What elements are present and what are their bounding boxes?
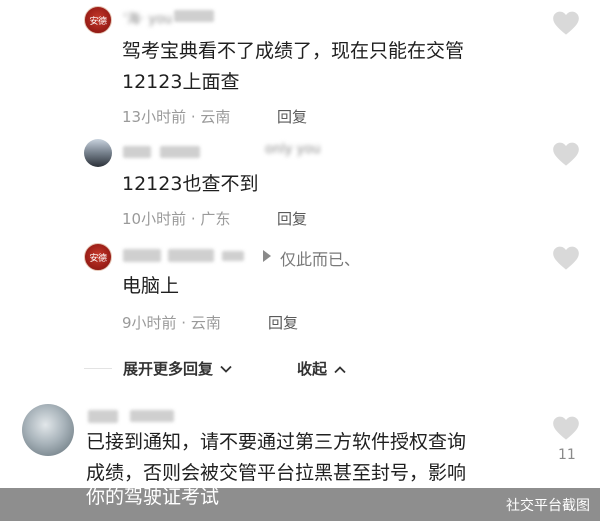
comment-text-line: 你的驾驶证考试 — [86, 486, 220, 508]
reply-button[interactable]: 回复 — [277, 106, 307, 127]
username-blurred[interactable]: ‘海· you — [123, 8, 172, 27]
avatar[interactable] — [22, 404, 74, 456]
reply-to-arrow-icon — [263, 250, 271, 262]
comment-text-line: 已接到通知，请不要通过第三方软件授权查询 — [86, 431, 467, 453]
chevron-down-icon — [220, 365, 232, 373]
username-redaction — [123, 249, 161, 262]
heart-icon[interactable] — [552, 10, 580, 36]
username-redaction — [130, 410, 174, 422]
avatar[interactable] — [84, 139, 112, 167]
thread-divider — [84, 368, 112, 369]
collapse-label: 收起 — [297, 360, 328, 378]
heart-icon[interactable] — [552, 415, 580, 441]
reply-text-line: 电脑上 — [122, 275, 180, 297]
reply-button[interactable]: 回复 — [277, 208, 307, 229]
avatar[interactable]: 安德 — [84, 6, 112, 34]
reply-button[interactable]: 回复 — [268, 312, 298, 333]
username-redaction — [88, 410, 118, 423]
username-redaction — [222, 251, 244, 261]
chevron-up-icon — [334, 366, 346, 374]
watermark-label: 社交平台截图 — [506, 498, 590, 514]
heart-icon[interactable] — [552, 141, 580, 167]
reply-text-line: 驾考宝典看不了成绩了，现在只能在交管 — [122, 40, 465, 62]
username-redaction — [168, 249, 214, 262]
heart-icon[interactable] — [552, 245, 580, 271]
username-blurred[interactable]: only you — [265, 142, 321, 157]
reply-meta: 10小时前 · 广东 — [122, 210, 231, 228]
reply-text-line: 12123也查不到 — [122, 173, 259, 195]
avatar[interactable]: 安德 — [84, 243, 112, 271]
avatar-badge-text: 安德 — [89, 17, 107, 27]
like-count: 11 — [558, 447, 576, 463]
expand-more-replies-button[interactable]: 展开更多回复 — [123, 358, 232, 379]
username-redaction — [160, 146, 200, 158]
username-redaction — [174, 10, 214, 22]
reply-meta: 13小时前 · 云南 — [122, 108, 231, 126]
expand-label: 展开更多回复 — [123, 360, 214, 378]
username-redaction — [123, 146, 151, 158]
reply-meta: 9小时前 · 云南 — [122, 314, 221, 332]
collapse-replies-button[interactable]: 收起 — [297, 358, 346, 379]
reply-text-line: 12123上面查 — [122, 71, 240, 93]
avatar-badge-text: 安德 — [89, 254, 107, 264]
reply-to-username[interactable]: 仅此而已、 — [280, 246, 360, 270]
